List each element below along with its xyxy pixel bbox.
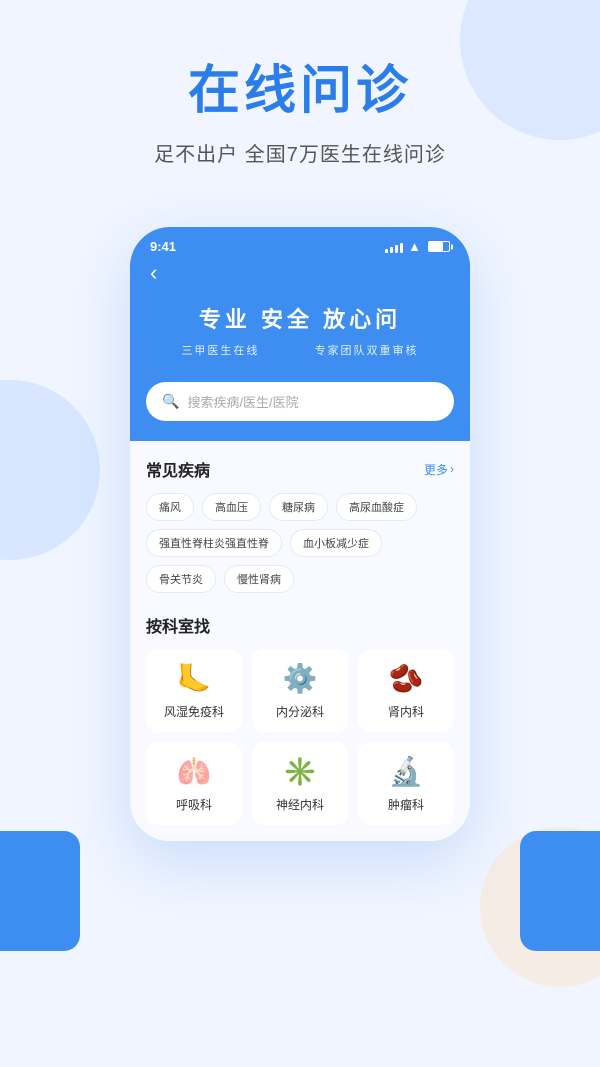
- hero-title: 专业 安全 放心问: [150, 302, 450, 334]
- bottom-bar-right: [520, 831, 600, 951]
- status-right-icons: ▲: [385, 239, 450, 254]
- dept-icon-4: ✳️: [283, 758, 318, 786]
- dept-card-0[interactable]: 🦶 风湿免疫科: [146, 649, 242, 732]
- phone-frame: 9:41 ▲ ‹ 专业 安全 放心问: [130, 227, 470, 841]
- phone-mockup: 9:41 ▲ ‹ 专业 安全 放心问: [0, 227, 600, 841]
- departments-grid: 🦶 风湿免疫科 ⚙️ 内分泌科 🫘 肾内科 🫁 呼吸科 ✳️ 神经内科: [146, 649, 454, 825]
- disease-tag-5[interactable]: 血小板减少症: [290, 529, 382, 557]
- header-subtitle: 足不出户 全国7万医生在线问诊: [20, 138, 580, 167]
- search-icon: 🔍: [162, 393, 179, 410]
- search-input-placeholder: 搜索疾病/医生/医院: [187, 392, 298, 411]
- disease-tag-0[interactable]: 痛风: [146, 493, 194, 521]
- dept-card-5[interactable]: 🔬 肿瘤科: [358, 742, 454, 825]
- dept-card-1[interactable]: ⚙️ 内分泌科: [252, 649, 348, 732]
- status-bar: 9:41 ▲: [130, 227, 470, 260]
- dept-name-4: 神经内科: [276, 796, 324, 813]
- bottom-bar-left: [0, 831, 80, 951]
- dept-icon-5: 🔬: [389, 758, 424, 786]
- header-section: 在线问诊 足不出户 全国7万医生在线问诊: [0, 0, 600, 197]
- dept-icon-1: ⚙️: [283, 665, 318, 693]
- hero-subtitle-right: 专家团队双重审核: [315, 345, 419, 357]
- dept-icon-3: 🫁: [177, 758, 212, 786]
- disease-tag-4[interactable]: 强直性脊柱炎强直性脊: [146, 529, 282, 557]
- phone-top-area: 9:41 ▲ ‹ 专业 安全 放心问: [130, 227, 470, 441]
- more-label: 更多: [424, 461, 448, 478]
- disease-tag-3[interactable]: 高尿血酸症: [336, 493, 417, 521]
- phone-body: 常见疾病 更多 › 痛风 高血压 糖尿病 高尿血酸症 强直性脊柱炎强直性脊 血小…: [130, 441, 470, 841]
- search-bar[interactable]: 🔍 搜索疾病/医生/医院: [146, 382, 454, 421]
- disease-tag-2[interactable]: 糖尿病: [269, 493, 328, 521]
- dept-name-3: 呼吸科: [176, 796, 212, 813]
- dept-name-0: 风湿免疫科: [164, 703, 224, 720]
- dept-name-1: 内分泌科: [276, 703, 324, 720]
- battery-icon: [428, 241, 450, 252]
- dept-card-2[interactable]: 🫘 肾内科: [358, 649, 454, 732]
- signal-icon: [385, 241, 403, 253]
- disease-tag-7[interactable]: 慢性肾病: [224, 565, 294, 593]
- hero-subtitle-separator: [281, 345, 294, 357]
- dept-name-2: 肾内科: [388, 703, 424, 720]
- dept-icon-0: 🦶: [177, 665, 212, 693]
- phone-hero: ‹ 专业 安全 放心问 三甲医生在线 专家团队双重审核: [130, 260, 470, 382]
- status-time: 9:41: [150, 239, 176, 254]
- dept-icon-2: 🫘: [389, 665, 424, 693]
- more-button[interactable]: 更多 ›: [424, 461, 454, 478]
- dept-name-5: 肿瘤科: [388, 796, 424, 813]
- common-diseases-header: 常见疾病 更多 ›: [146, 457, 454, 481]
- disease-tags-container: 痛风 高血压 糖尿病 高尿血酸症 强直性脊柱炎强直性脊 血小板减少症 骨关节炎 …: [146, 493, 454, 593]
- common-diseases-title: 常见疾病: [146, 457, 210, 481]
- departments-header: 按科室找: [146, 613, 454, 637]
- dept-card-3[interactable]: 🫁 呼吸科: [146, 742, 242, 825]
- wifi-icon: ▲: [408, 239, 421, 254]
- disease-tag-6[interactable]: 骨关节炎: [146, 565, 216, 593]
- back-button[interactable]: ‹: [150, 260, 450, 286]
- page-title: 在线问诊: [20, 60, 580, 122]
- departments-title: 按科室找: [146, 613, 210, 637]
- hero-subtitle-left: 三甲医生在线: [181, 345, 259, 357]
- chevron-right-icon: ›: [450, 462, 454, 476]
- bottom-decoration: [0, 831, 600, 951]
- dept-card-4[interactable]: ✳️ 神经内科: [252, 742, 348, 825]
- hero-subtitle: 三甲医生在线 专家团队双重审核: [150, 342, 450, 358]
- disease-tag-1[interactable]: 高血压: [202, 493, 261, 521]
- search-bar-wrapper: 🔍 搜索疾病/医生/医院: [130, 382, 470, 441]
